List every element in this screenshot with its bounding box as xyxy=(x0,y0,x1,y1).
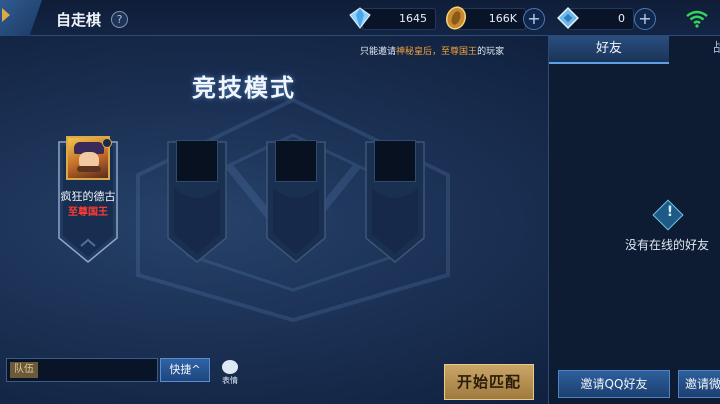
gold-value: 166K xyxy=(488,12,517,25)
notice-rank-a: 神秘皇后 xyxy=(396,47,433,57)
quick-chat-label: 快捷 xyxy=(169,363,192,376)
chat-input[interactable]: 队伍 xyxy=(6,358,158,382)
player-rank: 至尊国王 xyxy=(68,207,108,218)
team-slot-1[interactable]: 疯狂的德古 至尊国王 xyxy=(53,136,123,266)
mode-title: 竞技模式 xyxy=(192,74,296,102)
emoji-button[interactable]: 表情 xyxy=(219,360,241,386)
invite-qq-button[interactable]: 邀请QQ好友 xyxy=(558,370,670,398)
empty-slot-box xyxy=(176,140,218,182)
empty-slot-box xyxy=(275,140,317,182)
diamond-counter: 1645 xyxy=(362,8,436,30)
notice-separator: ， xyxy=(432,47,442,57)
no-friends-online-text: 没有在线的好友 xyxy=(625,238,710,252)
empty-slot-box xyxy=(374,140,416,182)
top-bar: 自走棋 ? 1645 166K + 0 + xyxy=(0,0,720,36)
friends-panel: 好友 战 ! 没有在线的好友 邀请QQ好友 邀请微 xyxy=(548,36,720,404)
gold-coin-icon xyxy=(445,6,467,30)
tab-friends[interactable]: 好友 xyxy=(549,36,669,64)
emoji-face-icon xyxy=(222,360,238,374)
back-button[interactable] xyxy=(0,0,42,36)
invite-wechat-button[interactable]: 邀请微 xyxy=(678,370,720,398)
start-match-button[interactable]: 开始匹配 xyxy=(444,364,534,400)
back-arrow-icon xyxy=(2,8,10,22)
diamond-value: 1645 xyxy=(399,12,427,25)
crystal-icon xyxy=(557,7,579,29)
team-slot-3[interactable] xyxy=(261,138,331,266)
quick-chat-button[interactable]: 快捷^ xyxy=(160,358,210,382)
chat-channel-tag[interactable]: 队伍 xyxy=(10,362,38,378)
diamond-icon xyxy=(349,7,371,29)
rank-badge-icon xyxy=(102,138,112,148)
chevron-up-icon: ^ xyxy=(191,363,201,376)
help-button[interactable]: ? xyxy=(111,11,128,28)
notice-rank-b: 至尊国王 xyxy=(441,47,478,57)
add-crystal-button[interactable]: + xyxy=(634,8,656,30)
invite-restriction-notice: 只能邀请神秘皇后，至尊国王的玩家 xyxy=(360,44,504,57)
player-name: 疯狂的德古 xyxy=(60,190,116,203)
notice-prefix: 只能邀请 xyxy=(360,47,397,57)
crystal-value: 0 xyxy=(618,12,625,25)
page-title: 自走棋 xyxy=(56,11,102,29)
team-slot-2[interactable] xyxy=(162,138,232,266)
emoji-label: 表情 xyxy=(222,376,238,385)
notice-suffix: 的玩家 xyxy=(477,47,505,57)
tab-second[interactable]: 战 xyxy=(687,36,720,64)
team-slot-4[interactable] xyxy=(360,138,430,266)
wifi-icon xyxy=(686,10,708,28)
add-gold-button[interactable]: + xyxy=(523,8,545,30)
